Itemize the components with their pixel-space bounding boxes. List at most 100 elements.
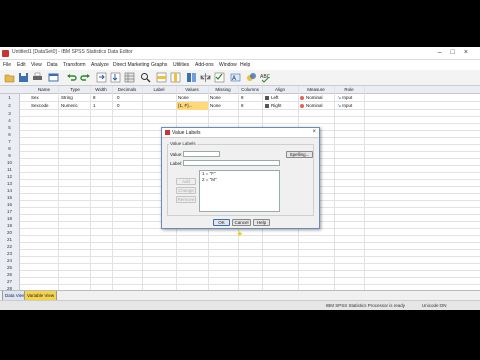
cancel-button[interactable]: Cancel [232,219,251,226]
save-icon[interactable] [18,72,29,83]
cell-role[interactable]: ↘Input [336,102,364,110]
cell-type[interactable]: Numeric [60,102,90,110]
menu-data[interactable]: Data [47,62,58,68]
use-sets-icon[interactable] [246,72,257,83]
label-input[interactable] [183,160,280,166]
window-controls[interactable]: –□× [438,49,477,56]
cell-values[interactable]: None [177,94,208,102]
cell-name[interactable]: Sex [30,94,58,102]
list-item[interactable]: 2 = "M" [200,177,279,183]
value-labels-icon[interactable]: A [230,72,241,83]
column-header-missing[interactable]: Missing [208,87,238,92]
row-number[interactable]: 12 [0,173,20,180]
row-number[interactable]: 20 [0,229,20,236]
goto-case-icon[interactable] [96,72,107,83]
select-cases-icon[interactable] [214,72,225,83]
cell-width[interactable]: 1 [92,102,112,110]
undo-icon[interactable] [66,72,77,83]
column-header-decimals[interactable]: Decimals [112,87,142,92]
menu-window[interactable]: Window [219,62,237,68]
row-number[interactable]: 10 [0,159,20,166]
cell-decimals[interactable]: 0 [116,94,142,102]
row-number[interactable]: 9 [0,152,20,159]
column-header-name[interactable]: Name [30,87,58,92]
row-number[interactable]: 13 [0,180,20,187]
cell-columns[interactable]: 8 [240,94,262,102]
row-number[interactable]: 2 [0,102,20,110]
row-number[interactable]: 3 [0,110,20,117]
row-number[interactable]: 1 [0,94,20,102]
cell-label[interactable] [144,94,176,102]
close-icon[interactable]: × [312,129,316,135]
cell-measure[interactable]: Nominal [299,94,334,102]
menu-view[interactable]: View [31,62,42,68]
spelling-icon[interactable]: ABC [260,72,271,83]
row-number[interactable]: 23 [0,250,20,257]
value-labels-list[interactable]: 1 = "F" 2 = "M" [199,170,280,212]
insert-variable-icon[interactable] [170,72,181,83]
column-header-columns[interactable]: Columns [238,87,262,92]
dialog-recall-icon[interactable] [48,72,59,83]
row-number[interactable]: 6 [0,131,20,138]
row-number[interactable]: 22 [0,243,20,250]
menu-graphs[interactable]: Graphs [151,62,167,68]
row-number[interactable]: 21 [0,236,20,243]
row-number[interactable]: 14 [0,187,20,194]
column-header-type[interactable]: Type [60,87,90,92]
menu-analyze[interactable]: Analyze [91,62,109,68]
row-number[interactable]: 27 [0,278,20,285]
cell-align[interactable]: Right [264,102,298,110]
menu-direct-marketing[interactable]: Direct Marketing [113,62,149,68]
row-number[interactable]: 11 [0,166,20,173]
row-number[interactable]: 19 [0,222,20,229]
spelling-button[interactable]: Spelling... [286,151,313,158]
cell-type[interactable]: String [60,94,90,102]
row-number[interactable]: 24 [0,257,20,264]
row-number[interactable]: 16 [0,201,20,208]
column-header-label[interactable]: Label [142,87,176,92]
row-number[interactable]: 7 [0,138,20,145]
row-number[interactable]: 4 [0,117,20,124]
maximize-icon[interactable]: □ [451,49,464,56]
column-header-values[interactable]: Values [176,87,208,92]
add-button[interactable]: Add [176,178,196,185]
minimize-icon[interactable]: – [438,49,451,56]
column-header-width[interactable]: Width [90,87,112,92]
row-number[interactable]: 5 [0,124,20,131]
cell-measure[interactable]: Nominal [299,102,334,110]
cell-role[interactable]: ↘Input [336,94,364,102]
redo-icon[interactable] [80,72,91,83]
cell-width[interactable]: 8 [92,94,112,102]
cell-decimals[interactable]: 0 [116,102,142,110]
row-number[interactable]: 15 [0,194,20,201]
row-number[interactable]: 17 [0,208,20,215]
goto-variable-icon[interactable] [110,72,121,83]
cell-label[interactable] [144,102,176,110]
cell-name[interactable]: Sexcode [30,102,58,110]
change-button[interactable]: Change [176,187,196,194]
ok-button[interactable]: OK [213,219,230,226]
cell-missing[interactable]: None [209,94,238,102]
value-input[interactable] [183,151,220,157]
menu-file[interactable]: File [3,62,11,68]
column-header-align[interactable]: Align [262,87,298,92]
find-icon[interactable] [140,72,151,83]
menu-transform[interactable]: Transform [63,62,86,68]
row-number[interactable]: 25 [0,264,20,271]
help-button[interactable]: Help [253,219,270,226]
print-icon[interactable] [32,72,43,83]
row-number[interactable]: 8 [0,145,20,152]
close-icon[interactable]: × [464,49,477,56]
open-folder-icon[interactable] [4,72,15,83]
menu-add-ons[interactable]: Add-ons [195,62,214,68]
menu-edit[interactable]: Edit [17,62,26,68]
column-header-role[interactable]: Role [334,87,364,92]
weight-cases-icon[interactable] [200,72,211,83]
split-file-icon[interactable] [186,72,197,83]
insert-cases-icon[interactable] [156,72,167,83]
menu-help[interactable]: Help [240,62,250,68]
column-header-measure[interactable]: Measure [298,87,334,92]
cell-values[interactable]: {1, F}... [177,102,208,110]
variables-icon[interactable] [124,72,135,83]
remove-button[interactable]: Remove [176,196,196,203]
